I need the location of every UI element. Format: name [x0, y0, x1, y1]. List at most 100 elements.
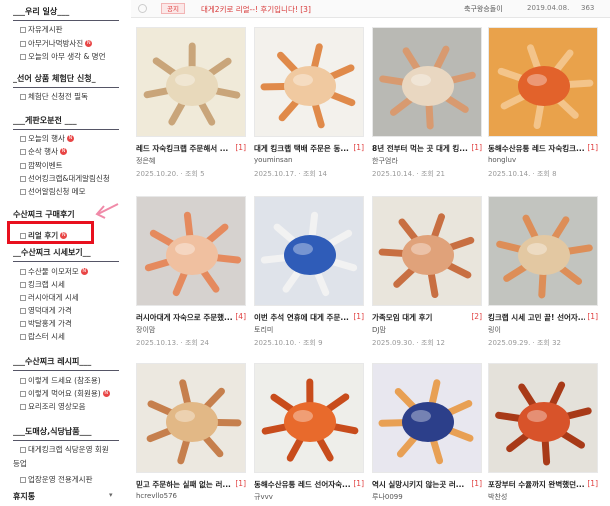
post-thumbnail[interactable]: [488, 363, 598, 473]
sidebar-section: __수산찌크 시세보기__: [13, 247, 119, 262]
post-title-text: 8년 전부터 먹는 곳 대게 킹...: [372, 144, 468, 153]
post-thumbnail[interactable]: [136, 196, 246, 306]
sidebar-section-title[interactable]: ___게판오분전 ___: [13, 115, 119, 126]
post-thumbnail[interactable]: [488, 196, 598, 306]
post-title[interactable]: 대게 킹크랩 택배 주문은 동... [1]: [254, 143, 364, 154]
post-meta: 2025.10.17. · 조회 14: [254, 170, 327, 178]
pink-arrow-icon: [95, 203, 119, 219]
sidebar-item-label: 킹크랩 시세: [28, 280, 65, 289]
sidebar-item-label: 체험단 신청전 필독: [28, 92, 88, 101]
post-title[interactable]: 동해수산유통 레드 자숙킹크... [1]: [488, 143, 598, 154]
checkbox-icon: [20, 40, 26, 47]
post-title[interactable]: 포장부터 수율까지 완벽했던... [1]: [488, 479, 598, 490]
post-author[interactable]: youminsan: [254, 156, 292, 164]
comment-count: [1]: [587, 143, 598, 152]
sidebar-item[interactable]: 요리조리 영상모음: [20, 401, 86, 412]
post-title[interactable]: 러시아대게 자숙으로 주문했... [4]: [136, 312, 246, 323]
highlight-box: [7, 221, 94, 244]
post-thumbnail[interactable]: [254, 27, 364, 137]
notice-radio-icon[interactable]: [138, 4, 147, 13]
sidebar-section: ___우리 일상___: [13, 6, 119, 21]
checkbox-icon: [20, 281, 26, 288]
sidebar-item-label: 오늘의 아무 생각 & 명언: [28, 52, 106, 61]
sidebar-item[interactable]: 체험단 신청전 필독: [20, 91, 88, 102]
sidebar-section-title[interactable]: _선어 상품 체험단 신청_: [13, 73, 119, 84]
post-title-text: 역시 실망시키지 않는곳 러...: [372, 480, 465, 489]
sidebar-item-label: 요리조리 영상모음: [28, 402, 86, 411]
post-author[interactable]: hongluv: [488, 156, 516, 164]
sidebar-section-title[interactable]: ___우리 일상___: [13, 6, 119, 17]
section-divider: [13, 261, 119, 262]
comment-count: [4]: [235, 312, 246, 321]
sidebar-item[interactable]: 선어알림신청 메모: [20, 186, 86, 197]
chevron-down-icon[interactable]: ▾: [109, 491, 113, 499]
comment-count: [1]: [353, 479, 364, 488]
post-thumbnail[interactable]: [372, 363, 482, 473]
post-thumbnail[interactable]: [136, 363, 246, 473]
post-thumbnail[interactable]: [254, 363, 364, 473]
post-title[interactable]: 동해수산유통 레드 선어자숙... [1]: [254, 479, 364, 490]
sidebar-section-title[interactable]: __수산찌크 시세보기__: [13, 247, 119, 258]
post-author[interactable]: 링이: [488, 325, 501, 335]
sidebar-item[interactable]: 이렇게 드세요 (참조용): [20, 375, 101, 386]
post-meta: 2025.10.14. · 조회 21: [372, 170, 445, 178]
post-title[interactable]: 가족모임 대게 후기 [2]: [372, 312, 482, 323]
notice-row[interactable]: 공지 대게2키로 리얼--! 후기입니다! [3] 축구왕승돌이 2019.04…: [131, 0, 610, 18]
checkbox-icon: [20, 188, 26, 195]
sidebar-item[interactable]: 선어킹크랩&대게알림신청: [20, 173, 110, 184]
sidebar-item[interactable]: 아무거나먹방사진 N: [20, 38, 93, 49]
post-author[interactable]: 규vvv: [254, 492, 273, 502]
sidebar-item[interactable]: 등업: [13, 458, 27, 469]
sidebar-item[interactable]: 깜짝이벤트: [20, 160, 63, 171]
post-author[interactable]: 장이맘: [136, 325, 155, 335]
sidebar-item[interactable]: 업장운영 전용게시판: [20, 474, 92, 485]
section-divider: [13, 440, 119, 441]
sidebar-item-label: 오늘의 행사: [28, 134, 65, 143]
post-author[interactable]: 박찬성: [488, 492, 507, 502]
post-title-text: 대게 킹크랩 택배 주문은 동...: [254, 144, 349, 153]
notice-author[interactable]: 축구왕승돌이: [464, 4, 503, 14]
post-thumbnail[interactable]: [136, 27, 246, 137]
post-thumbnail[interactable]: [372, 27, 482, 137]
post-thumbnail[interactable]: [254, 196, 364, 306]
post-author[interactable]: 토리미: [254, 325, 273, 335]
post-author[interactable]: hcrevllo576: [136, 492, 177, 500]
post-title-text: 동해수산유통 레드 선어자숙...: [254, 480, 351, 489]
sidebar-item-label: 랍스터 시세: [28, 332, 65, 341]
sidebar-item[interactable]: 수산물 이모저모 N: [20, 266, 88, 277]
post-title[interactable]: 믿고 주문하는 실패 없는 러... [1]: [136, 479, 246, 490]
post-author[interactable]: 루나0099: [372, 492, 403, 502]
post-title[interactable]: 레드 자숙킹크랩 주문해서 ... [1]: [136, 143, 246, 154]
sidebar-section-title[interactable]: 휴지통: [13, 491, 119, 502]
comment-count: [1]: [587, 312, 598, 321]
post-thumbnail[interactable]: [488, 27, 598, 137]
sidebar-item[interactable]: 순삭 행사 N: [20, 146, 67, 157]
post-title[interactable]: 역시 실망시키지 않는곳 러... [1]: [372, 479, 482, 490]
sidebar-item[interactable]: 랍스터 시세: [20, 331, 65, 342]
post-author[interactable]: 한구엄라: [372, 156, 398, 166]
sidebar-item[interactable]: 영덕대게 가격: [20, 305, 72, 316]
post-thumbnail[interactable]: [372, 196, 482, 306]
sidebar-item[interactable]: 박달홍게 가격: [20, 318, 72, 329]
sidebar-section: _선어 상품 체험단 신청_: [13, 73, 119, 88]
sidebar-section-title[interactable]: ___도매상,식당납품___: [13, 426, 119, 437]
sidebar-item[interactable]: 대게킹크랩 식당운영 회원: [20, 444, 109, 455]
new-badge-icon: N: [66, 135, 74, 142]
sidebar-item[interactable]: 킹크랩 시세: [20, 279, 65, 290]
sidebar-item-label: 박달홍게 가격: [28, 319, 72, 328]
post-title[interactable]: 이번 추석 연휴에 대게 주문... [1]: [254, 312, 364, 323]
post-title[interactable]: 킹크랩 시세 고민 끝! 선어자... [1]: [488, 312, 598, 323]
sidebar-item[interactable]: 오늘의 아무 생각 & 명언: [20, 51, 105, 62]
post-title[interactable]: 8년 전부터 먹는 곳 대게 킹... [1]: [372, 143, 482, 154]
post-title-text: 킹크랩 시세 고민 끝! 선어자...: [488, 313, 586, 322]
sidebar-item[interactable]: 오늘의 행사 N: [20, 133, 74, 144]
sidebar-section-title[interactable]: ___수산찌크 레시피___: [13, 356, 119, 367]
sidebar-item[interactable]: 러시아대게 시세: [20, 292, 79, 303]
notice-title[interactable]: 대게2키로 리얼--! 후기입니다! [3]: [201, 4, 311, 15]
checkbox-icon: [20, 403, 26, 410]
post-author[interactable]: 정은혜: [136, 156, 155, 166]
sidebar-item[interactable]: 자유게시판: [20, 24, 63, 35]
post-author[interactable]: DJ맘: [372, 325, 386, 335]
sidebar-item[interactable]: 이렇게 먹어요 (회원용) N: [20, 388, 110, 399]
checkbox-icon: [20, 320, 26, 327]
